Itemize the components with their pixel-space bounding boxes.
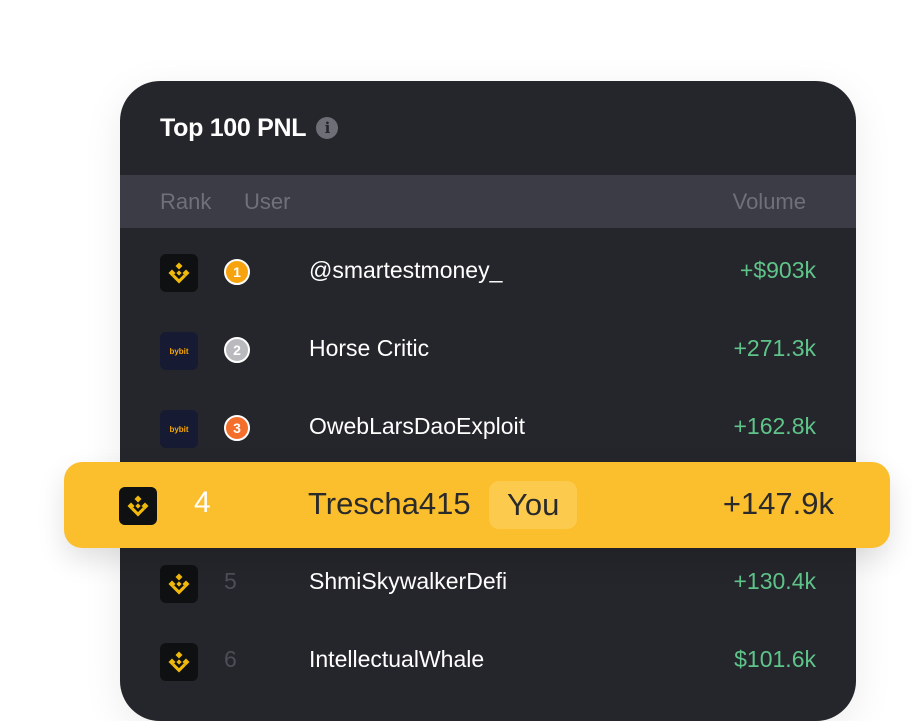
volume-value: +130.4k [733, 568, 817, 594]
volume-value: +$903k [739, 257, 816, 283]
user-name[interactable]: ShmiSkywalkerDefi [309, 568, 507, 595]
table-row[interactable]: bybit 3 OwebLarsDaoExploit +162.8k [120, 391, 856, 469]
table-row[interactable]: 1 @smartestmoney_ +$903k [120, 235, 856, 313]
column-header-rank[interactable]: Rank [160, 189, 211, 215]
rank-number: 5 [224, 568, 237, 594]
table-row[interactable]: 5 ShmiSkywalkerDefi +130.4k [120, 546, 856, 624]
column-header-volume[interactable]: Volume [733, 189, 806, 215]
bybit-logo-icon: bybit [160, 332, 198, 370]
gold-medal-icon: 1 [224, 259, 250, 285]
volume-value: +162.8k [733, 413, 817, 439]
volume-value: $101.6k [734, 646, 816, 672]
table-row[interactable]: bybit 2 Horse Critic +271.3k [120, 313, 856, 391]
volume-value: +147.9k [722, 486, 834, 521]
binance-logo-icon [160, 643, 198, 681]
card-header: Top 100 PNL i [160, 113, 339, 143]
user-name[interactable]: Trescha415 [308, 486, 471, 522]
leaderboard-card: Top 100 PNL i Rank User Volume 1 @smarte… [120, 81, 856, 721]
binance-logo-icon [119, 487, 157, 525]
bybit-logo-icon: bybit [160, 410, 198, 448]
rank-number: 4 [194, 486, 211, 519]
you-badge: You [489, 481, 578, 529]
table-header: Rank User Volume [120, 175, 856, 228]
user-name[interactable]: IntellectualWhale [309, 646, 484, 673]
user-name[interactable]: Horse Critic [309, 335, 429, 362]
rank-number: 6 [224, 646, 237, 672]
volume-value: +271.3k [733, 335, 817, 361]
binance-logo-icon [160, 565, 198, 603]
bronze-medal-icon: 3 [224, 415, 250, 441]
column-header-user[interactable]: User [244, 189, 290, 215]
user-name[interactable]: OwebLarsDaoExploit [309, 413, 525, 440]
binance-logo-icon [160, 254, 198, 292]
table-row[interactable]: 6 IntellectualWhale $101.6k [120, 624, 856, 702]
current-user-row[interactable]: 4 Trescha415 You +147.9k [64, 462, 890, 548]
card-title: Top 100 PNL [160, 113, 307, 142]
user-name[interactable]: @smartestmoney_ [309, 257, 502, 284]
info-icon[interactable]: i [316, 117, 339, 139]
silver-medal-icon: 2 [224, 337, 250, 363]
